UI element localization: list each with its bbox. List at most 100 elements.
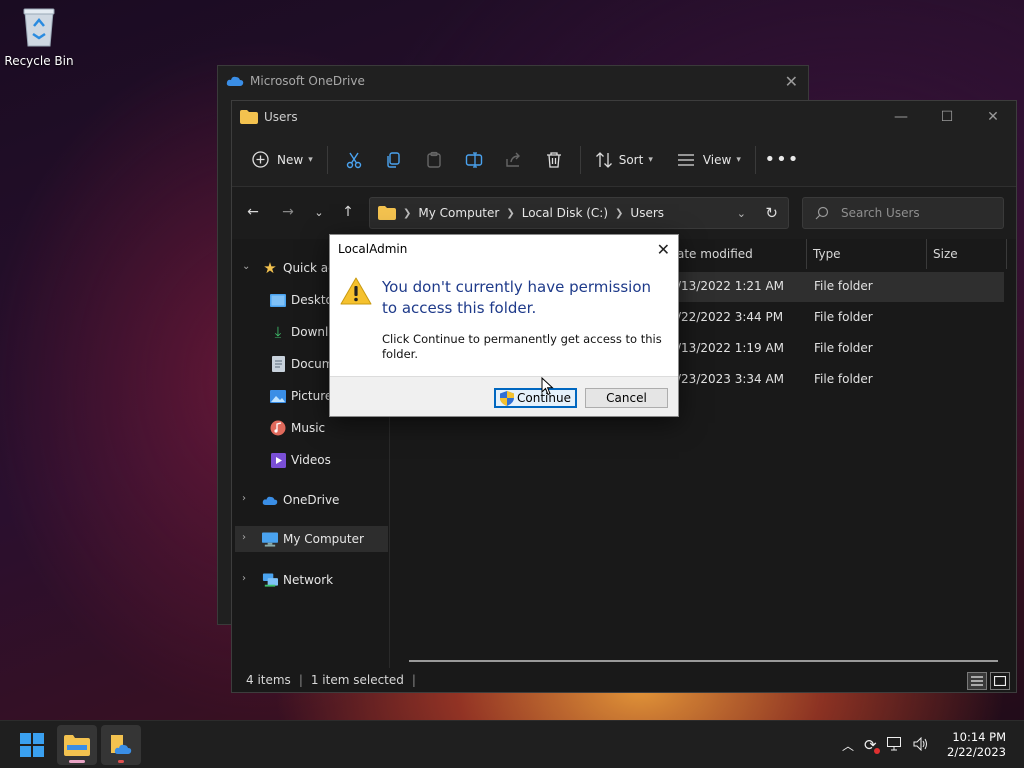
onedrive-close-icon[interactable]: ✕ [785, 72, 798, 91]
paste-icon[interactable] [419, 145, 449, 175]
sidebar-item-label: Videos [291, 453, 331, 467]
chevron-down-icon: ▾ [736, 154, 741, 165]
view-button[interactable]: View ▾ [669, 142, 749, 178]
dialog-content-text: Click Continue to permanently get access… [382, 332, 662, 361]
file-explorer-icon [64, 735, 90, 756]
search-icon [815, 206, 829, 220]
expand-chevron-icon[interactable]: › [242, 532, 246, 543]
maximize-icon[interactable]: ☐ [924, 101, 970, 133]
video-icon [270, 452, 286, 468]
onedrive-title: Microsoft OneDrive [250, 74, 365, 88]
sidebar-item-my-computer[interactable]: My Computer [235, 526, 388, 552]
sort-arrows-icon [595, 151, 612, 168]
chevron-down-icon: ▾ [308, 154, 313, 165]
up-arrow-icon[interactable]: ↑ [337, 201, 359, 223]
breadcrumb-chevron-icon: ❯ [403, 207, 412, 219]
chevron-down-icon: ▾ [648, 154, 653, 165]
folder-icon [378, 206, 396, 220]
sidebar-item-label: My Computer [283, 532, 364, 546]
new-label: New [277, 152, 304, 167]
address-bar[interactable]: ❯ My Computer ❯ Local Disk (C:) ❯ Users … [369, 197, 789, 229]
command-bar: New ▾ Sort ▾ View ▾ ••• [232, 133, 1016, 187]
recycle-bin-desktop-icon[interactable]: Recycle Bin [4, 6, 74, 68]
recycle-bin-icon [19, 6, 59, 48]
column-label: ate modified [677, 247, 753, 261]
close-icon[interactable]: ✕ [970, 101, 1016, 133]
status-bar: 4 items | 1 item selected | [232, 668, 1016, 692]
toolbar-separator [754, 145, 756, 174]
date-cell: /23/2023 3:34 AM [677, 372, 785, 386]
details-view-icon[interactable] [967, 672, 987, 690]
minimize-icon[interactable]: — [878, 101, 924, 133]
start-button[interactable] [12, 725, 52, 765]
onedrive-cloud-icon [262, 492, 278, 508]
clock[interactable]: 10:14 PM 2/22/2023 [947, 730, 1006, 760]
type-cell: File folder [814, 279, 873, 293]
cut-icon[interactable] [339, 145, 369, 175]
back-arrow-icon[interactable]: ← [242, 201, 264, 223]
dialog-close-icon[interactable]: ✕ [657, 240, 670, 259]
column-label: Size [933, 247, 958, 261]
mouse-pointer-icon [541, 376, 554, 399]
continue-button[interactable]: Continue [494, 388, 577, 408]
column-header-size[interactable]: Size [927, 239, 1007, 269]
active-indicator [118, 760, 124, 763]
horizontal-scrollbar[interactable] [409, 660, 998, 662]
sidebar-item-onedrive[interactable]: OneDrive [262, 487, 390, 513]
recent-locations-chevron-icon[interactable]: ⌄ [308, 201, 330, 223]
date-cell: /13/2022 1:21 AM [677, 279, 785, 293]
share-icon[interactable] [499, 145, 529, 175]
onedrive-setup-icon [111, 735, 132, 754]
address-dropdown-icon[interactable]: ⌄ [737, 207, 746, 220]
expand-chevron-icon[interactable]: ⌄ [242, 261, 250, 272]
tiles-view-icon[interactable] [990, 672, 1010, 690]
cancel-button[interactable]: Cancel [585, 388, 668, 408]
pictures-icon [270, 388, 286, 404]
breadcrumb-local-disk[interactable]: Local Disk (C:) [522, 206, 608, 220]
expand-chevron-icon[interactable]: › [242, 493, 246, 504]
network-icon[interactable] [886, 736, 903, 754]
column-label: Type [813, 247, 841, 261]
sidebar-item-music[interactable]: Music [270, 415, 390, 441]
toolbar-separator [579, 145, 581, 174]
desktop-icon [270, 292, 286, 308]
column-header-date[interactable]: ate modified [671, 239, 807, 269]
dialog-footer: Continue Cancel [330, 376, 678, 416]
sidebar-item-label: Music [291, 421, 326, 435]
uac-shield-icon [500, 390, 515, 406]
sync-icon[interactable]: ⟳ [864, 736, 880, 754]
expand-chevron-icon[interactable]: › [242, 573, 246, 584]
dialog-main-instruction: You don't currently have permission to a… [382, 278, 652, 317]
taskbar-file-explorer[interactable] [57, 725, 97, 765]
breadcrumb-my-computer[interactable]: My Computer [418, 206, 499, 220]
column-header-type[interactable]: Type [807, 239, 927, 269]
clock-date: 2/22/2023 [947, 745, 1006, 759]
sort-button[interactable]: Sort ▾ [587, 142, 661, 178]
refresh-icon[interactable]: ↻ [765, 204, 778, 222]
sidebar-item-videos[interactable]: Videos [270, 447, 390, 473]
dialog-title: LocalAdmin [338, 242, 408, 256]
network-icon [262, 572, 278, 588]
delete-icon[interactable] [539, 145, 569, 175]
sort-label: Sort [618, 152, 644, 167]
new-button[interactable]: New ▾ [244, 142, 321, 178]
type-cell: File folder [814, 341, 873, 355]
volume-icon[interactable] [913, 736, 929, 754]
sidebar-item-network[interactable]: Network [262, 567, 390, 593]
taskbar-onedrive-app[interactable] [101, 725, 141, 765]
folder-icon [240, 110, 258, 124]
plus-circle-icon [252, 151, 269, 168]
warning-icon [340, 277, 372, 308]
copy-icon[interactable] [379, 145, 409, 175]
breadcrumb-users[interactable]: Users [630, 206, 664, 220]
recycle-bin-label: Recycle Bin [4, 54, 74, 68]
date-cell: /13/2022 1:19 AM [677, 341, 785, 355]
forward-arrow-icon[interactable]: → [277, 201, 299, 223]
clock-time: 10:14 PM [952, 730, 1006, 744]
explorer-title: Users [264, 110, 298, 124]
breadcrumb-chevron-icon: ❯ [506, 207, 515, 219]
rename-icon[interactable] [459, 145, 489, 175]
search-input[interactable]: Search Users [802, 197, 1004, 229]
more-options-icon[interactable]: ••• [764, 145, 798, 175]
chevron-up-icon[interactable]: ︿ [842, 737, 854, 754]
